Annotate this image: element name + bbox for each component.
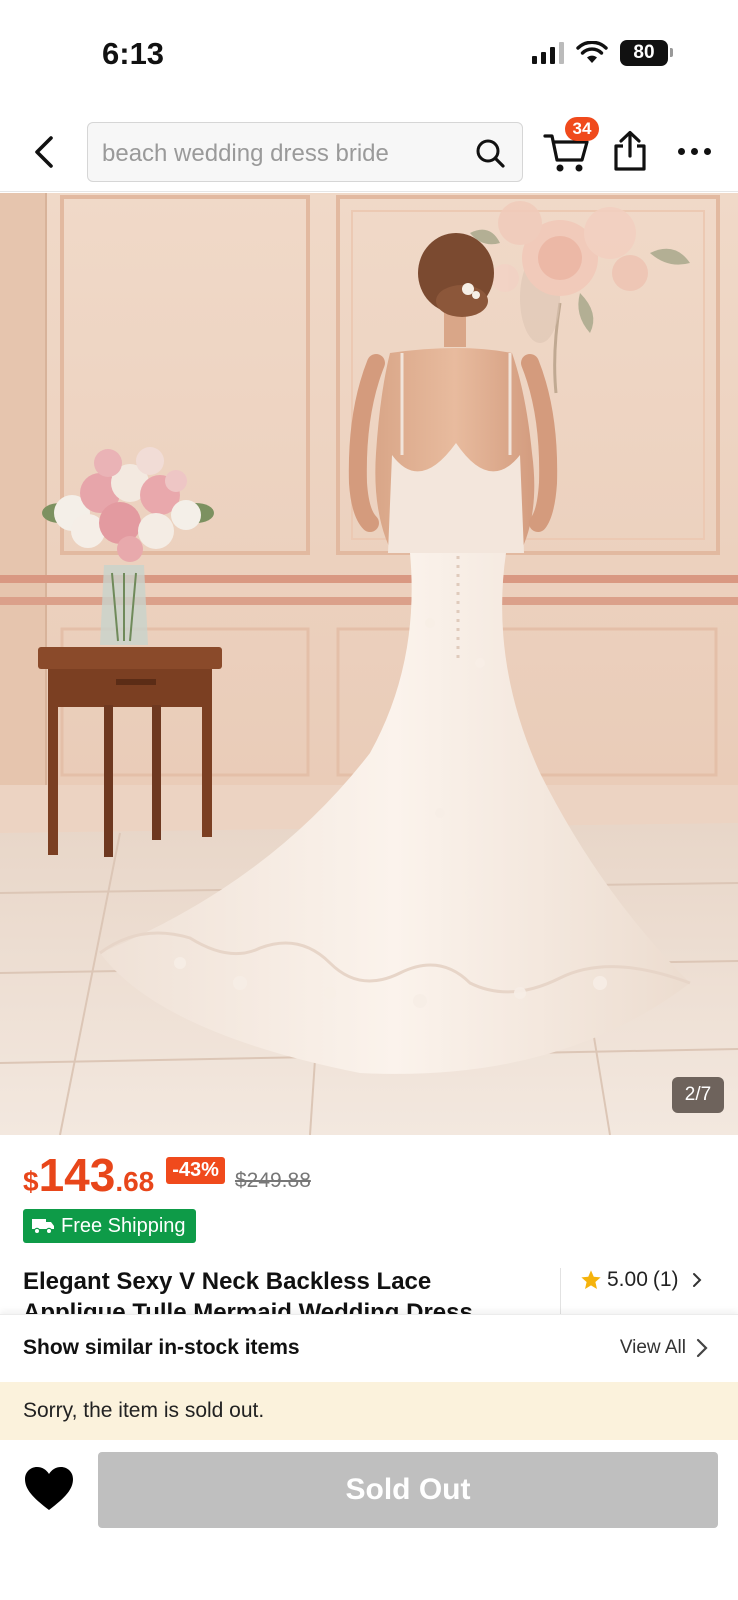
original-price: $249.88 (234, 1169, 311, 1192)
search-input[interactable]: beach wedding dress bride (87, 122, 523, 182)
wifi-icon (576, 41, 608, 63)
more-options-button[interactable] (670, 134, 718, 168)
sold-out-notice-text: Sorry, the item is sold out. (23, 1399, 265, 1422)
chevron-right-icon (692, 1273, 701, 1287)
rating-value: 5.00 (607, 1268, 648, 1291)
share-icon[interactable] (610, 130, 650, 172)
discount-badge: -43% (166, 1156, 225, 1184)
similar-items-label: Show similar in-stock items (23, 1336, 300, 1359)
star-icon (581, 1270, 601, 1289)
divider (560, 1268, 561, 1314)
image-counter: 2/7 (672, 1077, 724, 1113)
price-currency: $ (23, 1166, 39, 1197)
view-all-link[interactable]: View All (620, 1337, 708, 1359)
chevron-right-icon (696, 1338, 708, 1358)
rating-summary[interactable]: 5.00 (1) (580, 1268, 702, 1292)
price-integer: 143 (38, 1149, 116, 1201)
back-button[interactable] (24, 132, 64, 172)
search-placeholder: beach wedding dress bride (102, 140, 389, 167)
similar-items-bar[interactable]: Show similar in-stock items View All (0, 1314, 738, 1382)
battery-indicator: 80 (620, 40, 673, 66)
review-count: (1) (652, 1268, 679, 1291)
free-shipping-label: Free Shipping (61, 1214, 186, 1237)
price-row: $ 143 .68 -43% $249.88 (23, 1148, 311, 1201)
free-shipping-badge: Free Shipping (23, 1209, 196, 1243)
chevron-down-icon[interactable]: ⌄ (526, 1304, 539, 1314)
product-title-area[interactable]: Elegant Sexy V Neck Backless Lace Appliq… (0, 1262, 738, 1314)
view-all-label: View All (619, 1337, 686, 1358)
top-navigation: beach wedding dress bride 34 (0, 110, 738, 192)
cart-count-badge: 34 (565, 117, 599, 141)
sold-out-button[interactable]: Sold Out (98, 1452, 718, 1528)
product-photo (0, 193, 738, 1135)
status-bar: 6:13 80 (0, 0, 738, 110)
truck-icon (32, 1219, 54, 1235)
bottom-action-bar: Sold Out (0, 1440, 738, 1600)
chevron-left-icon (35, 136, 53, 168)
product-image-gallery[interactable]: 2/7 (0, 193, 738, 1135)
search-icon[interactable] (474, 137, 506, 169)
cellular-signal-icon (532, 42, 564, 64)
heart-icon[interactable] (22, 1464, 76, 1514)
status-time: 6:13 (102, 36, 165, 71)
status-icons: 80 (532, 40, 673, 66)
price-decimal: .68 (115, 1166, 155, 1197)
sold-out-notice: Sorry, the item is sold out. (0, 1382, 738, 1440)
product-title[interactable]: Elegant Sexy V Neck Backless Lace Appliq… (23, 1266, 533, 1314)
